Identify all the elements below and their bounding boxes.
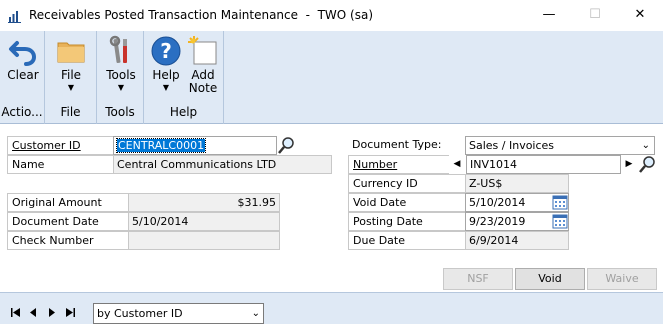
customer-lookup-button[interactable]	[277, 136, 297, 155]
navigation-bar: by Customer ID ⌄	[0, 292, 663, 324]
group-label-file: File	[60, 105, 81, 119]
ribbon-group-file: File ▼ File	[45, 31, 97, 124]
document-date-value: 5/10/2014	[128, 212, 280, 231]
tools-menu-button[interactable]: Tools ▼	[103, 35, 139, 92]
first-record-icon	[11, 308, 20, 317]
due-date-value: 6/9/2014	[465, 231, 569, 250]
document-date-label: Document Date	[7, 212, 128, 231]
document-type-label: Document Type:	[348, 136, 465, 155]
tools-icon	[105, 35, 137, 67]
chevron-down-icon: ▼	[117, 83, 125, 92]
undo-icon	[7, 35, 39, 67]
group-label-help: Help	[169, 105, 198, 119]
ribbon-group-tools: Tools ▼ Tools	[97, 31, 144, 124]
close-button[interactable]: ✕	[617, 0, 663, 31]
document-type-value: Sales / Invoices	[469, 139, 555, 152]
currency-id-label: Currency ID	[348, 174, 465, 193]
tools-label: Tools	[106, 68, 136, 82]
customer-id-label[interactable]: Customer ID	[7, 136, 113, 155]
check-number-value	[128, 231, 280, 250]
customer-id-field[interactable]: CENTRALC0001	[113, 136, 277, 155]
ribbon-toolbar: Clear Actio... File ▼ File Tools ▼ Tools…	[0, 31, 663, 124]
previous-record-button[interactable]	[27, 306, 40, 319]
nsf-button[interactable]: NSF	[443, 268, 513, 290]
app-chart-icon	[8, 11, 21, 23]
document-type-select[interactable]: Sales / Invoices ⌄	[465, 136, 655, 155]
next-record-icon	[49, 308, 55, 317]
currency-id-value: Z-US$	[465, 174, 569, 193]
magnifier-icon	[278, 137, 294, 154]
check-number-label: Check Number	[7, 231, 128, 250]
file-label: File	[60, 68, 82, 82]
clear-button[interactable]: Clear	[4, 35, 42, 83]
transaction-form: Customer ID CENTRALC0001 Name Central Co…	[0, 124, 663, 292]
customer-id-value: CENTRALC0001	[115, 138, 207, 153]
waive-button[interactable]: Waive	[587, 268, 657, 290]
title-bar: Receivables Posted Transaction Maintenan…	[0, 0, 663, 31]
calendar-icon[interactable]	[552, 213, 568, 229]
void-date-value: 5/10/2014	[469, 196, 526, 209]
next-record-button[interactable]	[45, 306, 58, 319]
ribbon-group-help: ? Help ▼ Add Note Help	[144, 31, 224, 124]
number-next-button[interactable]: ▶	[622, 158, 636, 171]
number-label[interactable]: Number	[348, 155, 449, 174]
add-note-icon	[187, 35, 219, 67]
first-record-button[interactable]	[9, 306, 22, 319]
void-date-label: Void Date	[348, 193, 465, 212]
last-record-icon	[66, 308, 75, 317]
folder-icon	[55, 35, 87, 67]
chevron-down-icon: ⌄	[251, 308, 260, 319]
add-note-button[interactable]: Add Note	[186, 35, 220, 96]
number-lookup-button[interactable]	[638, 155, 658, 174]
due-date-label: Due Date	[348, 231, 465, 250]
clear-label: Clear	[7, 68, 39, 82]
file-menu-button[interactable]: File ▼	[53, 35, 89, 92]
previous-record-icon	[30, 308, 36, 317]
number-prev-button[interactable]: ◀	[450, 158, 464, 171]
sort-by-value: by Customer ID	[97, 307, 183, 320]
group-label-tools: Tools	[105, 105, 135, 119]
svg-text:?: ?	[160, 39, 172, 63]
note-label: Note	[188, 81, 218, 95]
posting-date-label: Posting Date	[348, 212, 465, 231]
minimize-button[interactable]: —	[526, 0, 572, 31]
last-record-button[interactable]	[64, 306, 77, 319]
help-menu-button[interactable]: ? Help ▼	[150, 35, 182, 92]
original-amount-label: Original Amount	[7, 193, 128, 212]
name-value: Central Communications LTD	[113, 155, 332, 174]
ribbon-group-actions: Clear Actio...	[0, 31, 45, 124]
calendar-icon[interactable]	[552, 194, 568, 210]
chevron-down-icon: ▼	[162, 83, 170, 92]
group-label-actions: Actio...	[1, 105, 43, 119]
chevron-down-icon: ⌄	[641, 140, 650, 151]
help-icon: ?	[150, 35, 182, 67]
name-label: Name	[7, 155, 113, 174]
number-field[interactable]: INV1014	[466, 155, 621, 174]
window-title: Receivables Posted Transaction Maintenan…	[29, 8, 374, 22]
magnifier-icon	[639, 156, 655, 173]
void-button[interactable]: Void	[515, 268, 585, 290]
help-label: Help	[152, 68, 180, 82]
sort-by-select[interactable]: by Customer ID ⌄	[93, 303, 264, 324]
maximize-button[interactable]: ☐	[572, 0, 618, 31]
original-amount-value: $31.95	[128, 193, 280, 212]
chevron-down-icon: ▼	[67, 83, 75, 92]
posting-date-value: 9/23/2019	[469, 215, 526, 228]
